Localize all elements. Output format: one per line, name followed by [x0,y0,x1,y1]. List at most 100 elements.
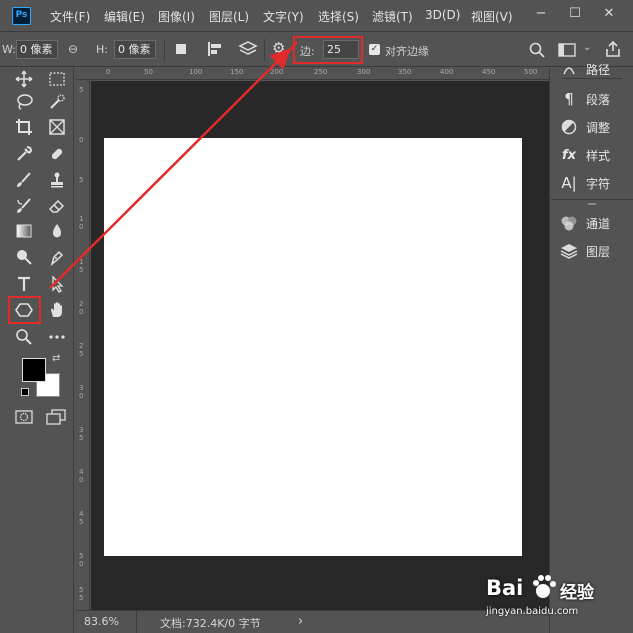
align-edges-checkbox[interactable]: ✓ [369,44,380,55]
link-icon[interactable]: ⊖ [68,42,78,56]
path-arrangement-icon[interactable] [238,40,258,58]
height-field[interactable]: 0 像素 [114,40,156,59]
menu-view[interactable]: 视图(V) [471,8,513,25]
gradient-tool-icon[interactable] [13,220,35,242]
path-selection-tool-icon[interactable] [46,273,68,295]
ruler-tick: 5 [79,176,84,184]
panel-layers[interactable]: 图层 [560,240,610,262]
workspace-icon[interactable] [558,43,576,57]
panel-paragraph[interactable]: ¶ 段落 [560,88,610,110]
panel-label: 调整 [586,120,611,135]
panel-label: 图层 [586,244,611,259]
panel-paths[interactable]: 路径 [560,60,610,78]
ruler-tick: 50 [144,68,153,76]
quick-mask-icon[interactable] [15,410,33,424]
crop-tool-icon[interactable] [13,116,35,138]
sides-field[interactable]: 25 [323,40,359,59]
minimize-button[interactable]: − [530,4,552,24]
marquee-tool-icon[interactable] [46,68,68,90]
foreground-color-swatch[interactable] [22,358,46,382]
ruler-tick: 250 [314,68,328,76]
polygon-tool-icon[interactable] [13,299,35,321]
blur-tool-icon[interactable] [46,220,68,242]
lasso-tool-icon[interactable] [13,91,35,113]
ruler-tick: 450 [482,68,496,76]
hand-tool-icon[interactable] [46,299,68,321]
eraser-tool-icon[interactable] [46,195,68,217]
ruler-tick: 5 0 [79,552,84,568]
share-icon[interactable] [604,40,622,58]
zoom-tool-icon[interactable] [13,326,35,348]
styles-icon: fx [561,147,577,163]
ruler-tick: 5 5 [79,586,84,602]
panel-label: 段落 [586,92,611,107]
brush-tool-icon[interactable] [13,169,35,191]
screen-mode-icon[interactable] [46,409,66,425]
history-brush-tool-icon[interactable] [13,195,35,217]
panel-label: 路径 [586,63,611,77]
dodge-tool-icon[interactable] [13,246,35,268]
height-label: H: [96,43,108,56]
ruler-tick: 1 5 [79,258,84,274]
adjustments-icon [560,118,578,136]
document-canvas[interactable] [104,138,522,556]
panel-label: 样式 [586,148,611,163]
width-label: W: [2,43,16,56]
search-icon[interactable] [529,42,545,58]
clone-stamp-tool-icon[interactable] [46,169,68,191]
pen-tool-icon[interactable] [46,246,68,268]
ruler-tick: 2 5 [79,342,84,358]
chevron-down-icon[interactable]: ⌄ [583,42,591,53]
ruler-tick: 150 [230,68,244,76]
watermark-brand-2: 经验 [560,583,594,603]
photoshop-logo: Ps [12,7,31,25]
panel-character[interactable]: A| 字符 [560,172,610,194]
gear-icon[interactable]: ⚙ [272,39,285,57]
ruler-tick: 1 0 [79,215,84,231]
width-field[interactable]: 0 像素 [16,40,58,59]
close-button[interactable]: ✕ [598,4,620,24]
channels-icon [560,214,578,232]
status-arrow-icon[interactable]: › [298,614,303,629]
document-info: 文档:732.4K/0 字节 [160,617,261,630]
default-colors-icon[interactable] [21,388,29,396]
menu-image[interactable]: 图像(I) [158,8,195,25]
ruler-tick: 0 [79,136,84,144]
panel-styles[interactable]: fx 样式 [560,144,610,166]
menu-type[interactable]: 文字(Y) [263,8,304,25]
quick-selection-tool-icon[interactable] [46,91,68,113]
swap-colors-icon[interactable]: ⇄ [52,353,60,364]
panel-channels[interactable]: 通道 [560,212,610,234]
watermark-url: jingyan.baidu.com [486,606,579,617]
character-icon: A| [561,174,577,192]
panel-label: 字符 [586,176,611,191]
type-tool-icon[interactable] [13,273,35,295]
maximize-button[interactable]: ☐ [564,4,586,24]
panel-label: 通道 [586,216,611,231]
zoom-level[interactable]: 83.6% [84,615,119,628]
menu-3d[interactable]: 3D(D) [425,8,460,22]
watermark-brand: Bai [486,576,524,600]
more-tools-icon[interactable] [46,326,68,348]
path-alignment-icon[interactable] [206,41,224,57]
menu-file[interactable]: 文件(F) [50,8,90,25]
layers-icon [560,242,578,260]
vertical-ruler: 5 0 5 1 0 1 5 2 0 2 5 3 0 3 5 4 0 4 5 5 … [76,80,90,610]
frame-tool-icon[interactable] [46,116,68,138]
path-operations-icon[interactable] [176,44,186,54]
paths-icon [560,60,578,78]
move-tool-icon[interactable] [13,68,35,90]
paragraph-icon: ¶ [564,90,574,108]
eyedropper-tool-icon[interactable] [13,143,35,165]
menu-layer[interactable]: 图层(L) [209,8,249,25]
ruler-tick: 500 [524,68,538,76]
ruler-tick: 5 [79,86,84,94]
healing-brush-tool-icon[interactable] [46,143,68,165]
ruler-tick: 4 5 [79,510,84,526]
horizontal-ruler: 0 50 100 150 200 250 300 350 400 450 500 [76,68,549,80]
sides-label: 边: [300,45,315,58]
menu-edit[interactable]: 编辑(E) [104,8,145,25]
menu-filter[interactable]: 滤镜(T) [372,8,413,25]
menu-select[interactable]: 选择(S) [318,8,359,25]
panel-adjustments[interactable]: 调整 [560,116,610,138]
